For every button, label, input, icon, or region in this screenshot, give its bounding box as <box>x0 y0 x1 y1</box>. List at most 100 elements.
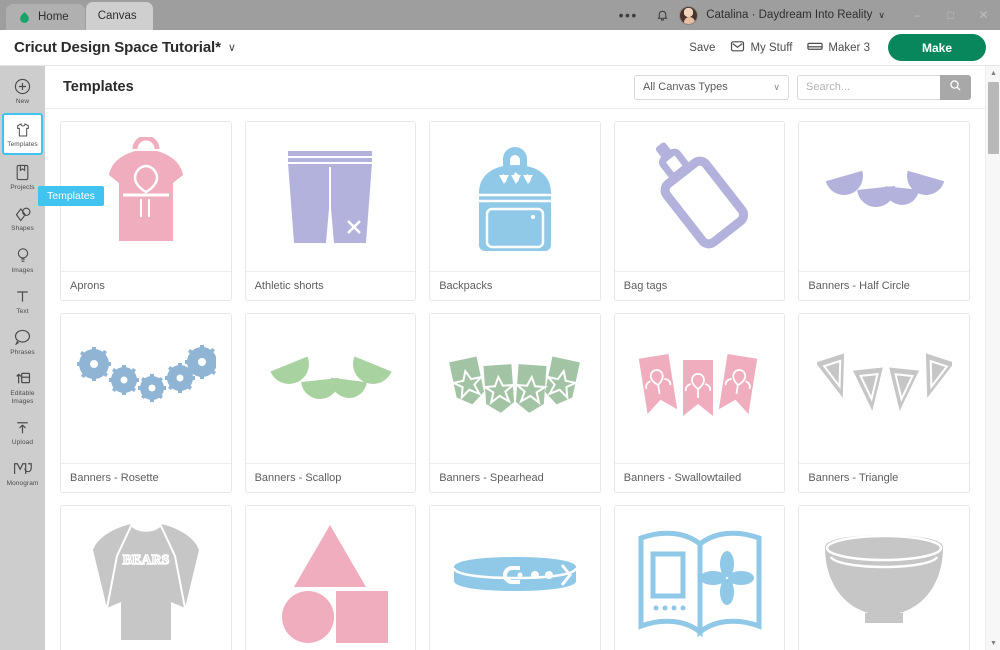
sidebar-item-editable-images[interactable]: Editable Images <box>2 364 43 410</box>
template-label: Banners - Triangle <box>808 472 899 484</box>
baseball-tee-icon: BEARS <box>61 506 231 650</box>
window-minimize-button[interactable]: – <box>901 0 934 30</box>
template-label: Banners - Swallowtailed <box>623 472 742 484</box>
canvas-type-value: All Canvas Types <box>643 81 728 93</box>
account-name: Catalina · Daydream Into Reality <box>706 9 873 21</box>
sidebar-item-shapes[interactable]: Shapes <box>2 199 43 237</box>
templates-grid: Aprons Athletic shorts Backpacks Bag tag… <box>45 109 985 650</box>
template-label: Aprons <box>70 280 105 292</box>
template-card[interactable]: Backpacks <box>429 121 601 301</box>
canvas-type-select[interactable]: All Canvas Types ∨ <box>634 74 789 100</box>
shorts-icon <box>245 122 416 272</box>
editable-images-icon <box>14 369 31 388</box>
template-card[interactable]: Athletic shorts <box>244 121 417 301</box>
sidebar-item-text[interactable]: Text <box>2 282 43 320</box>
template-card[interactable]: Books <box>613 505 786 650</box>
sidebar-item-new-label: New <box>15 98 30 105</box>
monogram-icon <box>13 459 32 478</box>
sidebar-item-phrases-label: Phrases <box>10 348 35 356</box>
text-t-icon <box>15 287 30 306</box>
sidebar-item-text-label: Text <box>16 307 29 315</box>
app-body: New Templates Projects Shapes Images Tex… <box>0 66 1000 650</box>
template-card[interactable]: Aprons <box>60 121 232 301</box>
sidebar-item-templates[interactable]: Templates <box>2 113 43 156</box>
bagtag-icon <box>614 122 785 272</box>
tab-canvas[interactable]: Canvas <box>85 2 153 30</box>
search-button[interactable] <box>940 74 971 100</box>
sidebar-item-monogram-label: Monogram <box>6 480 39 488</box>
browser-tab-strip: Home Canvas <box>0 0 154 30</box>
window-titlebar: Home Canvas ••• Catalina · Daydream Into… <box>0 0 1000 30</box>
save-label: Save <box>689 41 716 54</box>
templates-scroll-area[interactable]: Aprons Athletic shorts Backpacks Bag tag… <box>45 109 985 650</box>
window-close-button[interactable]: ✕ <box>967 0 1000 30</box>
panel-controls: All Canvas Types ∨ <box>634 74 971 100</box>
sidebar-item-projects[interactable]: Projects <box>2 158 43 196</box>
document-title[interactable]: Cricut Design Space Tutorial* <box>14 39 221 56</box>
template-card[interactable]: Banners - Swallowtailed <box>613 313 786 493</box>
cutting-machine-icon <box>807 41 824 55</box>
template-card[interactable]: Belts <box>429 505 601 650</box>
template-card[interactable]: Banners - Rosette <box>60 313 232 493</box>
header-actions: Save My Stuff Maker 3 Make <box>689 34 986 61</box>
left-sidebar: New Templates Projects Shapes Images Tex… <box>0 66 104 650</box>
window-maximize-button[interactable]: □ <box>934 0 967 30</box>
template-card[interactable]: Banners - Spearhead <box>429 313 601 493</box>
lightbulb-icon <box>16 246 30 265</box>
template-card[interactable]: Bowls <box>798 505 970 650</box>
sidebar-item-editable-images-label: Editable Images <box>10 389 35 405</box>
tab-home-label: Home <box>38 11 69 23</box>
spearhead-banner-icon <box>430 314 600 464</box>
sidebar-item-images[interactable]: Images <box>2 241 43 279</box>
triangle-banner-icon <box>799 314 969 464</box>
template-card[interactable]: BEARS Baseball tees <box>60 505 232 650</box>
basic-shapes-icon <box>245 506 416 650</box>
tee-graphic-text: BEARS <box>122 553 169 568</box>
bowl-icon <box>799 506 969 650</box>
machine-selector[interactable]: Maker 3 <box>807 41 870 55</box>
sidebar-item-upload[interactable]: Upload <box>2 413 43 451</box>
upload-arrow-icon <box>15 418 30 437</box>
plus-circle-icon <box>14 77 31 96</box>
save-button[interactable]: Save <box>689 42 715 54</box>
sidebar-item-upload-label: Upload <box>11 439 34 447</box>
sidebar-item-monogram[interactable]: Monogram <box>2 454 43 492</box>
template-card[interactable]: Basic shapes <box>244 505 417 650</box>
avatar[interactable] <box>679 5 699 25</box>
sidebar-item-shapes-label: Shapes <box>11 225 34 233</box>
backpack-icon <box>430 122 600 272</box>
template-card[interactable]: Banners - Half Circle <box>798 121 970 301</box>
template-label: Athletic shorts <box>254 280 324 292</box>
book-icon <box>614 506 785 650</box>
envelope-icon <box>730 40 745 55</box>
document-title-chevron-down-icon[interactable]: ∨ <box>228 41 236 54</box>
template-label: Bag tags <box>623 280 668 292</box>
sidebar-item-new[interactable]: New <box>2 72 43 110</box>
template-label: Banners - Scallop <box>254 472 342 484</box>
search-input[interactable] <box>797 74 940 100</box>
my-stuff-button[interactable]: My Stuff <box>730 40 792 55</box>
bell-icon[interactable] <box>645 0 679 30</box>
tab-home[interactable]: Home <box>6 4 85 30</box>
tshirt-icon <box>15 120 31 139</box>
scroll-down-arrow-icon[interactable]: ▼ <box>986 636 1000 650</box>
rosette-banner-icon <box>61 314 231 464</box>
more-horizontal-icon[interactable]: ••• <box>611 0 645 30</box>
template-label: Banners - Half Circle <box>808 280 910 292</box>
tab-canvas-label: Canvas <box>97 10 137 22</box>
account-chevron-down-icon[interactable]: ∨ <box>878 10 885 21</box>
app-header: Cricut Design Space Tutorial* ∨ Save My … <box>0 30 1000 66</box>
make-button[interactable]: Make <box>887 34 986 61</box>
vertical-scrollbar[interactable]: ▲ ▼ <box>985 66 1000 650</box>
template-card[interactable]: Banners - Triangle <box>798 313 970 493</box>
sidebar-item-phrases[interactable]: Phrases <box>2 323 43 361</box>
swallowtail-banner-icon <box>614 314 785 464</box>
template-card[interactable]: Banners - Scallop <box>244 313 417 493</box>
scrollbar-thumb[interactable] <box>988 82 999 154</box>
my-stuff-label: My Stuff <box>750 41 793 54</box>
template-label: Backpacks <box>439 280 493 292</box>
scroll-up-arrow-icon[interactable]: ▲ <box>986 66 1000 80</box>
template-card[interactable]: Bag tags <box>613 121 786 301</box>
chevron-down-icon: ∨ <box>773 81 780 92</box>
panel-header: Templates All Canvas Types ∨ <box>45 66 985 109</box>
